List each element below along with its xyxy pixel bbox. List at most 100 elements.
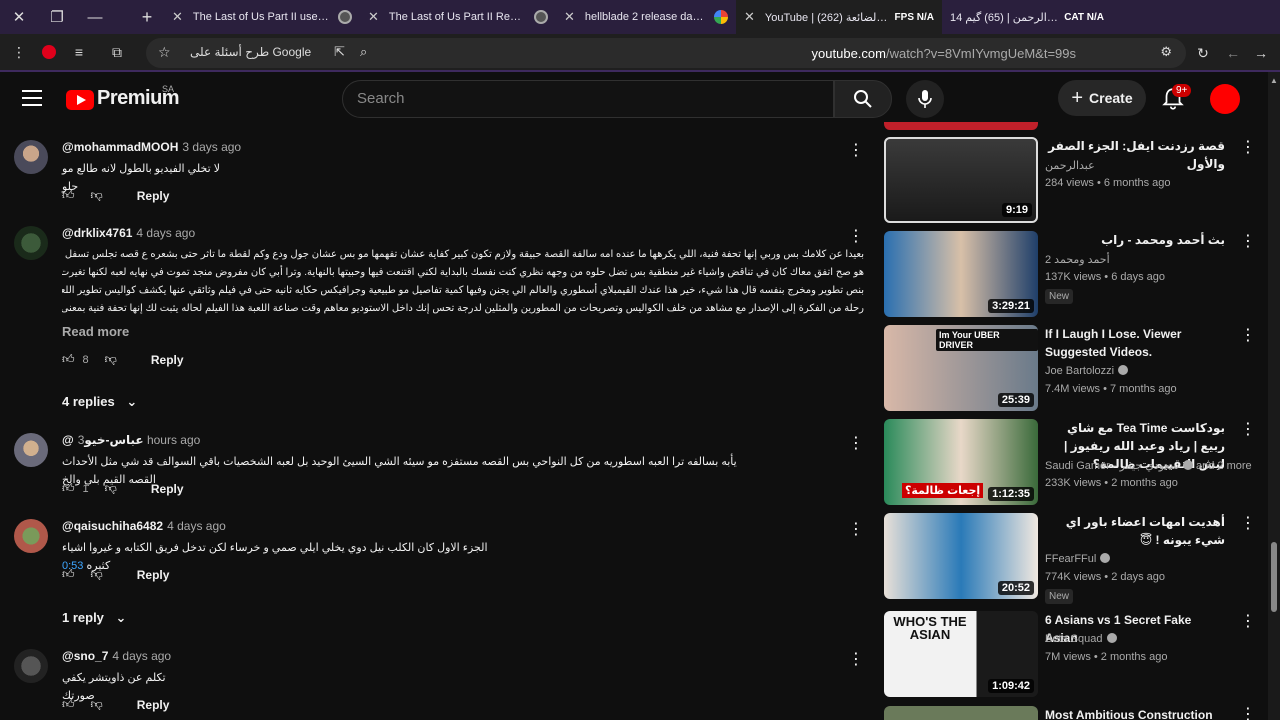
commenter-avatar[interactable]: [14, 433, 48, 467]
comment-more-icon[interactable]: ⋮: [848, 433, 864, 453]
dislike-icon[interactable]: 👎︎: [105, 481, 117, 496]
page-scrollbar[interactable]: ▲: [1268, 72, 1280, 720]
commenter-avatar[interactable]: [14, 519, 48, 553]
comment-time[interactable]: 4 days ago: [112, 649, 171, 663]
video-channel[interactable]: Beta Squad: [1045, 633, 1117, 645]
hamburger-menu-icon[interactable]: [22, 90, 42, 106]
bookmark-star-icon[interactable]: ☆: [158, 44, 171, 61]
minimize-window-icon[interactable]: —: [76, 0, 114, 34]
scrollbar-thumb[interactable]: [1271, 542, 1277, 612]
video-title[interactable]: If I Laugh I Lose. Viewer Suggested Vide…: [1045, 325, 1225, 361]
record-icon[interactable]: [34, 37, 64, 67]
url-text[interactable]: youtube.com/watch?v=8VmIYvmgUeM&t=99s: [812, 46, 1076, 61]
comment-time[interactable]: 4 days ago: [167, 519, 226, 533]
account-avatar[interactable]: [1210, 84, 1240, 114]
video-channel[interactable]: FFearFFul: [1045, 553, 1111, 565]
video-channel[interactable]: أحمد ومحمد 2: [1045, 253, 1110, 266]
share-icon[interactable]: ⇱: [334, 44, 345, 60]
commenter-handle[interactable]: @mohammadMOOH: [62, 140, 178, 154]
site-settings-icon[interactable]: ⚙: [1160, 44, 1172, 60]
view-replies-button[interactable]: 1 reply ⌄: [62, 610, 126, 626]
close-window-icon[interactable]: ✕: [0, 0, 38, 34]
comment-time[interactable]: 4 days ago: [136, 226, 195, 240]
video-more-icon[interactable]: ⋮: [1240, 325, 1256, 345]
extensions-icon[interactable]: ⧉: [102, 37, 132, 67]
video-thumbnail[interactable]: 20:52: [884, 513, 1038, 599]
commenter-handle[interactable]: @sno_7: [62, 649, 108, 663]
dislike-icon[interactable]: 👎︎: [105, 352, 117, 367]
video-item[interactable]: WHO'S THE ASIAN 1:09:42 6 Asians vs 1 Se…: [884, 611, 1264, 699]
video-item[interactable]: Most Ambitious Construction ⋮: [884, 706, 1264, 720]
close-tab-icon[interactable]: ✕: [368, 9, 379, 25]
video-thumbnail[interactable]: 9:19: [884, 137, 1038, 223]
video-item[interactable]: 9:19 قصة رزدنت ايفل: الجزء الصفر والأول …: [884, 137, 1264, 225]
search-button[interactable]: [834, 80, 892, 118]
reply-button[interactable]: Reply: [151, 353, 184, 367]
video-thumbnail[interactable]: WHO'S THE ASIAN 1:09:42: [884, 611, 1038, 697]
reply-button[interactable]: Reply: [151, 482, 184, 496]
zoom-icon[interactable]: ⌕: [360, 44, 367, 60]
commenter-avatar[interactable]: [14, 649, 48, 683]
url-box[interactable]: ☆ طرح أسئلة على Google ⇱ ⌕ youtube.com/w…: [146, 38, 1186, 68]
video-thumbnail[interactable]: 3:29:21: [884, 231, 1038, 317]
reload-icon[interactable]: ↻: [1188, 38, 1218, 68]
reading-list-icon[interactable]: ≡: [64, 37, 94, 67]
video-thumbnail[interactable]: [884, 706, 1038, 720]
video-channel[interactable]: Joe Bartolozzi: [1045, 365, 1129, 377]
video-more-icon[interactable]: ⋮: [1240, 419, 1256, 439]
dislike-icon[interactable]: 👎︎: [91, 567, 103, 582]
video-more-icon[interactable]: ⋮: [1240, 513, 1256, 533]
close-tab-icon[interactable]: ✕: [564, 9, 575, 25]
video-item[interactable]: 20:52 أهديت امهات اعضاء باور اي شيء يبون…: [884, 513, 1264, 604]
commenter-handle[interactable]: @drklix4761: [62, 226, 132, 240]
like-icon[interactable]: 👍︎: [62, 481, 75, 496]
tab-tlou-reviews[interactable]: ✕ The Last of Us Part II Reviews - M: [360, 0, 556, 34]
search-input[interactable]: Search: [342, 80, 834, 118]
commenter-handle[interactable]: @qaisuchiha6482: [62, 519, 163, 533]
view-replies-button[interactable]: 4 replies ⌄: [62, 394, 137, 410]
comment-more-icon[interactable]: ⋮: [848, 649, 864, 669]
video-more-icon[interactable]: ⋮: [1240, 611, 1256, 631]
like-icon[interactable]: 👍︎: [62, 352, 75, 367]
video-more-icon[interactable]: ⋮: [1240, 706, 1256, 720]
comment-more-icon[interactable]: ⋮: [848, 226, 864, 246]
close-tab-icon[interactable]: ✕: [172, 9, 183, 25]
tab-hellblade[interactable]: ✕ hellblade 2 release date - Google: [556, 0, 736, 34]
voice-search-button[interactable]: [906, 80, 944, 118]
like-icon[interactable]: 👍︎: [62, 697, 75, 712]
video-title[interactable]: أهديت امهات اعضاء باور اي شيء يبونه ! 😇: [1045, 513, 1225, 549]
reply-button[interactable]: Reply: [137, 568, 170, 582]
comment-more-icon[interactable]: ⋮: [848, 519, 864, 539]
create-button[interactable]: + Create: [1058, 80, 1146, 116]
tab-youtube-active[interactable]: ✕ YouTube | الفرصة الضائعة (262) FPS N/A: [736, 0, 942, 34]
video-item[interactable]: Im Your UBER DRIVER 25:39 If I Laugh I L…: [884, 325, 1264, 413]
video-channel[interactable]: عبدالرحمن: [1045, 159, 1095, 172]
previous-video-thumbnail[interactable]: [884, 122, 1038, 130]
like-icon[interactable]: 👍︎: [62, 567, 75, 582]
comment-time[interactable]: 3 days ago: [182, 140, 241, 154]
reply-button[interactable]: Reply: [137, 189, 170, 203]
video-item[interactable]: 3:29:21 بث أحمد ومحمد - راب أحمد ومحمد 2…: [884, 231, 1264, 319]
dislike-icon[interactable]: 👎︎: [91, 188, 103, 203]
video-title[interactable]: Most Ambitious Construction: [1045, 706, 1225, 720]
video-thumbnail[interactable]: Im Your UBER DRIVER 25:39: [884, 325, 1038, 411]
tab-youtube-2[interactable]: عبدالرحمن | (65) گيم 14 CAT N/A: [942, 0, 1112, 34]
video-more-icon[interactable]: ⋮: [1240, 137, 1256, 157]
ask-google-button[interactable]: طرح أسئلة على Google: [190, 45, 311, 59]
comment-more-icon[interactable]: ⋮: [848, 140, 864, 160]
close-tab-icon[interactable]: ✕: [744, 9, 755, 25]
video-item[interactable]: إجعات ظالمة؟ 1:12:35 بودكاست Tea Time مع…: [884, 419, 1264, 507]
back-icon[interactable]: →: [1246, 38, 1276, 68]
like-icon[interactable]: 👍︎: [62, 188, 75, 203]
video-channel[interactable]: Saudi Gamer - سعودي جيمر and 2 more: [1045, 459, 1252, 472]
forward-icon[interactable]: ←: [1218, 38, 1248, 68]
tab-tlou-user-reviews[interactable]: ✕ The Last of Us Part II user reviews: [164, 0, 360, 34]
restore-window-icon[interactable]: ❐: [38, 0, 76, 34]
commenter-avatar[interactable]: [14, 226, 48, 260]
read-more-button[interactable]: Read more: [62, 324, 129, 339]
scroll-up-icon[interactable]: ▲: [1270, 76, 1278, 85]
reply-button[interactable]: Reply: [137, 698, 170, 712]
commenter-avatar[interactable]: [14, 140, 48, 174]
menu-dots-icon[interactable]: ⋮: [4, 37, 34, 67]
new-tab-icon[interactable]: +: [130, 0, 164, 34]
